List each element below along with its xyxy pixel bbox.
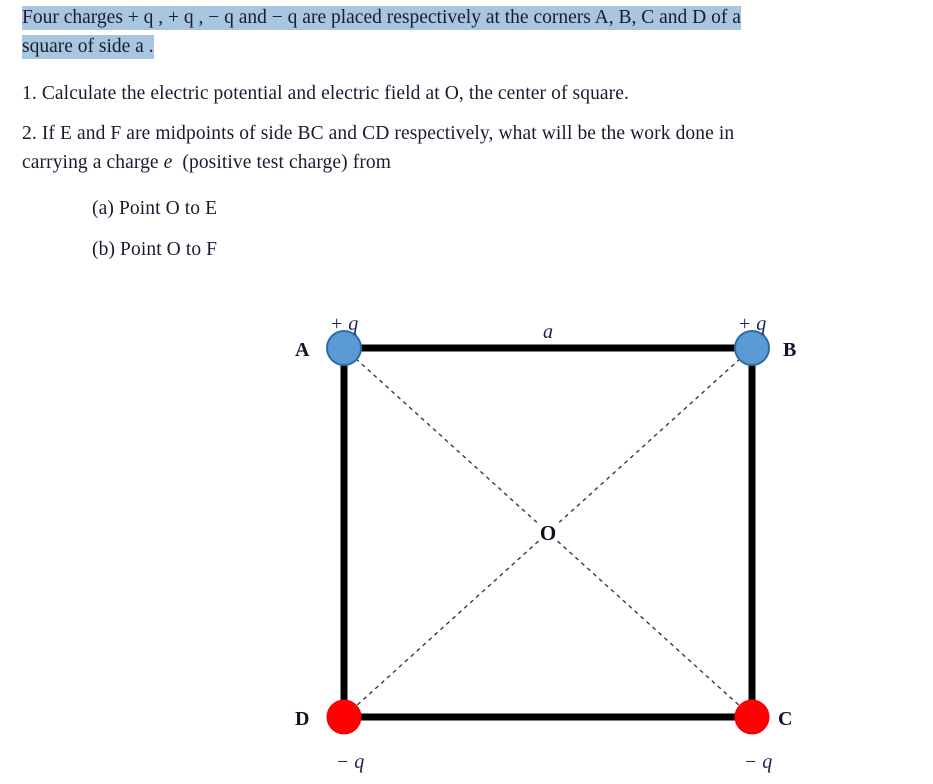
question-1-body: Calculate the electric potential and ele… <box>41 83 630 104</box>
charge-label-c: − q <box>744 751 773 773</box>
question-1-number: 1. <box>22 83 37 104</box>
question-2-number: 2. <box>22 123 37 144</box>
question-2-text-line-1: 2. If E and F are midpoints of side BC a… <box>0 119 933 148</box>
charge-label-b: + q <box>738 313 767 335</box>
question-1-text: 1. Calculate the electric potential and … <box>0 79 933 108</box>
charge-circle-d <box>326 699 362 735</box>
sub-item-a-text: (a) Point O to E <box>46 194 933 223</box>
vertex-label-c: C <box>778 708 792 730</box>
sub-item-a-body: Point O to E <box>118 198 218 219</box>
question-2-body-line-1: If E and F are midpoints of side BC and … <box>41 123 735 144</box>
statement-line-1-text: Four charges + q , + q , − q and − q are… <box>22 6 741 30</box>
question-2-body-line-2-post: (positive test charge) from <box>182 152 392 173</box>
charge-label-d: − q <box>336 751 365 773</box>
question-2-text-line-2: carrying a charge e (positive test charg… <box>0 148 933 177</box>
question-2-line-2: carrying a charge e (positive test charg… <box>0 148 933 177</box>
charge-circle-a <box>326 330 362 366</box>
side-length-label: a <box>543 321 553 343</box>
statement-line-2-text: square of side a . <box>22 35 154 59</box>
sub-item-b: (b) Point O to F <box>0 235 933 264</box>
square-charge-diagram: A B C D + q + q − q − q a O <box>0 290 933 784</box>
charge-label-a: + q <box>330 313 359 335</box>
statement-line-1: Four charges + q , + q , − q and − q are… <box>0 3 933 32</box>
question-2-body-line-2-pre: carrying a charge <box>22 152 159 173</box>
statement-line-2: square of side a . <box>0 32 933 61</box>
vertex-label-b: B <box>783 339 796 361</box>
charge-circle-c <box>734 699 770 735</box>
question-2-line-1: 2. If E and F are midpoints of side BC a… <box>0 119 933 148</box>
question-1: 1. Calculate the electric potential and … <box>0 79 933 108</box>
sub-item-a: (a) Point O to E <box>0 194 933 223</box>
center-point-label: O <box>540 521 556 545</box>
vertex-label-a: A <box>295 339 310 361</box>
sub-item-b-label: (b) <box>92 239 116 260</box>
charge-symbol-e: e <box>163 152 173 173</box>
sub-item-b-body: Point O to F <box>120 239 218 260</box>
vertex-label-d: D <box>295 708 309 730</box>
sub-item-a-label: (a) <box>92 198 114 219</box>
sub-item-b-text: (b) Point O to F <box>46 235 933 264</box>
charge-circle-b <box>734 330 770 366</box>
